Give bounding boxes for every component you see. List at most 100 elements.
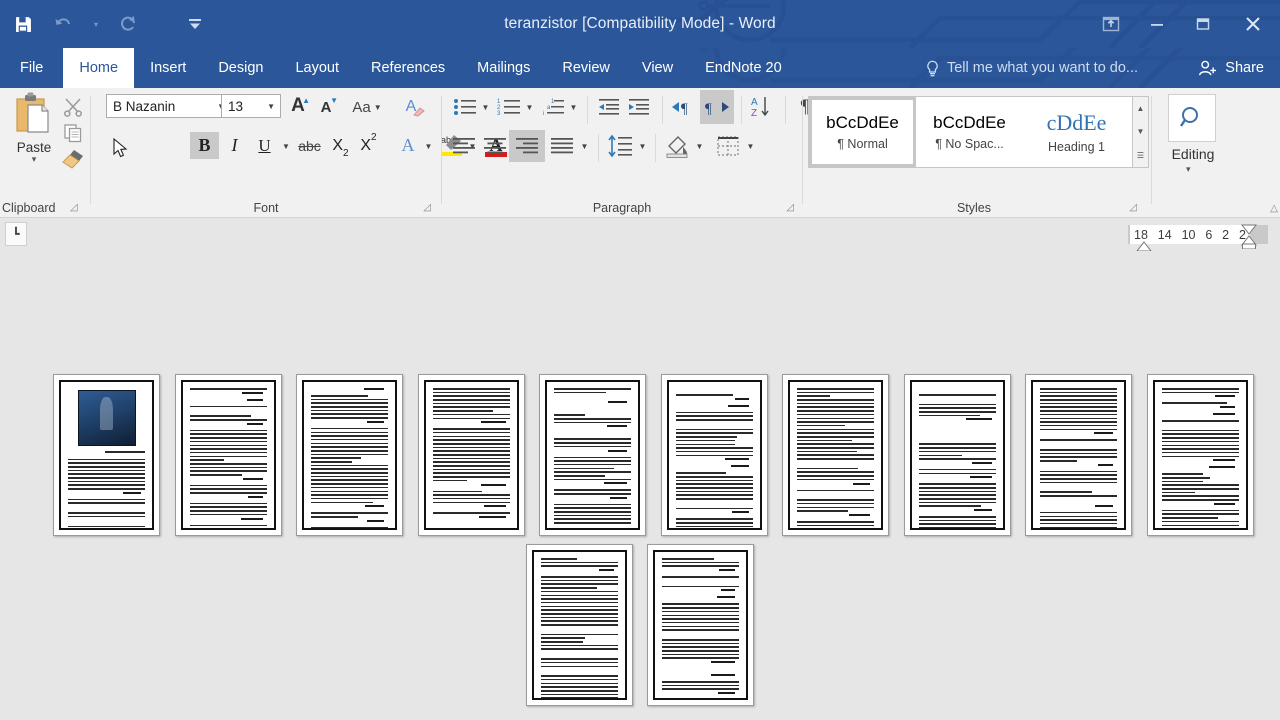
- multilevel-list-button[interactable]: 1 a i: [538, 93, 568, 121]
- shading-button[interactable]: [661, 131, 693, 161]
- ribbon-collapse-arrow[interactable]: △: [1270, 203, 1278, 214]
- scroll-down-icon[interactable]: ▼: [1137, 127, 1145, 136]
- clear-formatting-button[interactable]: A: [396, 94, 426, 120]
- horizontal-ruler[interactable]: 18 14 10 6 2 2: [0, 219, 1280, 252]
- copy-button[interactable]: [60, 120, 86, 146]
- increase-indent-button[interactable]: [624, 93, 654, 121]
- page-thumbnail[interactable]: [647, 544, 755, 706]
- shading-dropdown-button[interactable]: ▼: [693, 136, 706, 156]
- maximize-icon: [1196, 18, 1210, 30]
- align-left-button[interactable]: [448, 132, 480, 160]
- page-text-line: [554, 503, 631, 506]
- document-canvas[interactable]: [0, 251, 1280, 720]
- paragraph-dialog-launcher[interactable]: ◿: [786, 202, 794, 213]
- maximize-button[interactable]: [1180, 0, 1226, 48]
- numbering-dropdown-button[interactable]: ▼: [523, 97, 536, 117]
- borders-dropdown-button[interactable]: ▼: [744, 136, 757, 156]
- align-center-button[interactable]: [479, 132, 511, 160]
- editing-find-button[interactable]: [1168, 94, 1216, 142]
- subscript-button[interactable]: X2: [327, 132, 354, 160]
- page-thumbnail[interactable]: [903, 374, 1011, 536]
- page-thumbnail[interactable]: [417, 374, 525, 536]
- shrink-font-button[interactable]: A ▼: [312, 95, 340, 119]
- sort-button[interactable]: A Z: [747, 91, 779, 123]
- undo-dropdown-button[interactable]: ▾: [86, 7, 106, 41]
- change-case-button[interactable]: Aa ▼: [346, 94, 388, 120]
- page-text-line: [1161, 402, 1227, 404]
- bullets-button[interactable]: [450, 93, 480, 121]
- page-text-line: [797, 458, 874, 460]
- tab-home[interactable]: Home: [63, 48, 135, 88]
- page-thumbnail[interactable]: [782, 374, 889, 536]
- style-item-normal[interactable]: bCcDdEe ¶ Normal: [809, 97, 916, 167]
- undo-icon: [55, 18, 70, 25]
- tab-mailings[interactable]: Mailings: [461, 48, 546, 88]
- share-button[interactable]: Share: [1192, 48, 1270, 88]
- underline-button[interactable]: U: [250, 132, 279, 159]
- tab-references[interactable]: References: [355, 48, 461, 88]
- right-to-left-button[interactable]: ¶: [700, 90, 734, 124]
- font-name-combo[interactable]: B Nazanin ▼: [106, 94, 231, 118]
- underline-dropdown-button[interactable]: ▼: [279, 136, 293, 156]
- paste-dropdown-caret[interactable]: ▾: [32, 155, 37, 164]
- line-spacing-button[interactable]: [604, 131, 636, 161]
- left-to-right-button[interactable]: ¶: [668, 93, 700, 121]
- paste-button[interactable]: Paste ▾: [8, 92, 60, 164]
- tab-file[interactable]: File: [0, 48, 64, 88]
- decrease-indent-button[interactable]: [594, 93, 624, 121]
- strikethrough-button[interactable]: abc: [294, 132, 325, 159]
- page-thumbnail[interactable]: [539, 374, 646, 536]
- scroll-up-icon[interactable]: ▲: [1137, 104, 1145, 113]
- align-right-button[interactable]: [509, 130, 545, 162]
- page-thumbnail[interactable]: [1025, 374, 1132, 536]
- numbering-button[interactable]: 1 2 3: [494, 93, 524, 121]
- style-item-heading-1[interactable]: cDdEe Heading 1: [1023, 97, 1130, 167]
- bullets-dropdown-button[interactable]: ▼: [479, 97, 492, 117]
- tab-stop-selector[interactable]: ┗: [5, 222, 27, 246]
- justify-dropdown-button[interactable]: ▼: [578, 136, 591, 156]
- tab-design[interactable]: Design: [202, 48, 279, 88]
- tab-review[interactable]: Review: [546, 48, 626, 88]
- style-item-no-spacing[interactable]: bCcDdEe ¶ No Spac...: [916, 97, 1023, 167]
- page-thumbnail[interactable]: [296, 374, 403, 536]
- font-size-combo[interactable]: 13 ▼: [221, 94, 281, 118]
- cut-button[interactable]: [60, 94, 86, 120]
- minimize-button[interactable]: [1134, 0, 1180, 48]
- undo-button[interactable]: [46, 7, 80, 41]
- styles-more-icon[interactable]: ☰: [1137, 151, 1144, 160]
- text-effects-button[interactable]: A: [394, 132, 422, 159]
- styles-dialog-launcher[interactable]: ◿: [1129, 202, 1137, 213]
- page-content: [666, 380, 762, 530]
- superscript-button[interactable]: X2: [355, 132, 382, 159]
- tab-view[interactable]: View: [626, 48, 689, 88]
- tab-insert[interactable]: Insert: [134, 48, 202, 88]
- customize-quick-access-toolbar-button[interactable]: [178, 7, 212, 41]
- tab-endnote-20[interactable]: EndNote 20: [689, 48, 798, 88]
- grow-font-button[interactable]: A ▲: [284, 93, 312, 119]
- save-button[interactable]: [6, 7, 40, 41]
- format-painter-button[interactable]: [58, 146, 88, 172]
- editing-dropdown-caret[interactable]: ▾: [1186, 164, 1191, 175]
- right-indent-marker[interactable]: [1240, 223, 1258, 249]
- ribbon-group-font: B Nazanin ▼ 13 ▼ A ▲ A ▼ Aa ▼ A B: [91, 88, 520, 218]
- line-spacing-dropdown-button[interactable]: ▼: [636, 136, 649, 156]
- clipboard-dialog-launcher[interactable]: ◿: [70, 202, 78, 213]
- page-thumbnail[interactable]: [1146, 374, 1254, 536]
- text-effects-dropdown-button[interactable]: ▼: [422, 136, 435, 156]
- ribbon-display-options-button[interactable]: [1088, 0, 1134, 48]
- close-button[interactable]: [1226, 0, 1280, 48]
- page-thumbnail[interactable]: [525, 544, 633, 706]
- borders-button[interactable]: [712, 131, 744, 161]
- multilevel-list-dropdown-button[interactable]: ▼: [567, 97, 580, 117]
- page-thumbnail[interactable]: [174, 374, 282, 536]
- font-dialog-launcher[interactable]: ◿: [423, 202, 431, 213]
- redo-button[interactable]: [112, 7, 146, 41]
- tell-me-box[interactable]: Tell me what you want to do...: [925, 48, 1138, 88]
- italic-button[interactable]: I: [220, 132, 249, 159]
- justify-button[interactable]: [546, 132, 578, 160]
- tab-layout[interactable]: Layout: [279, 48, 355, 88]
- page-thumbnail[interactable]: [53, 374, 160, 536]
- styles-gallery-scrollbar[interactable]: ▲ ▼ ☰: [1132, 96, 1149, 168]
- page-thumbnail[interactable]: [660, 374, 768, 536]
- bold-button[interactable]: B: [190, 132, 219, 159]
